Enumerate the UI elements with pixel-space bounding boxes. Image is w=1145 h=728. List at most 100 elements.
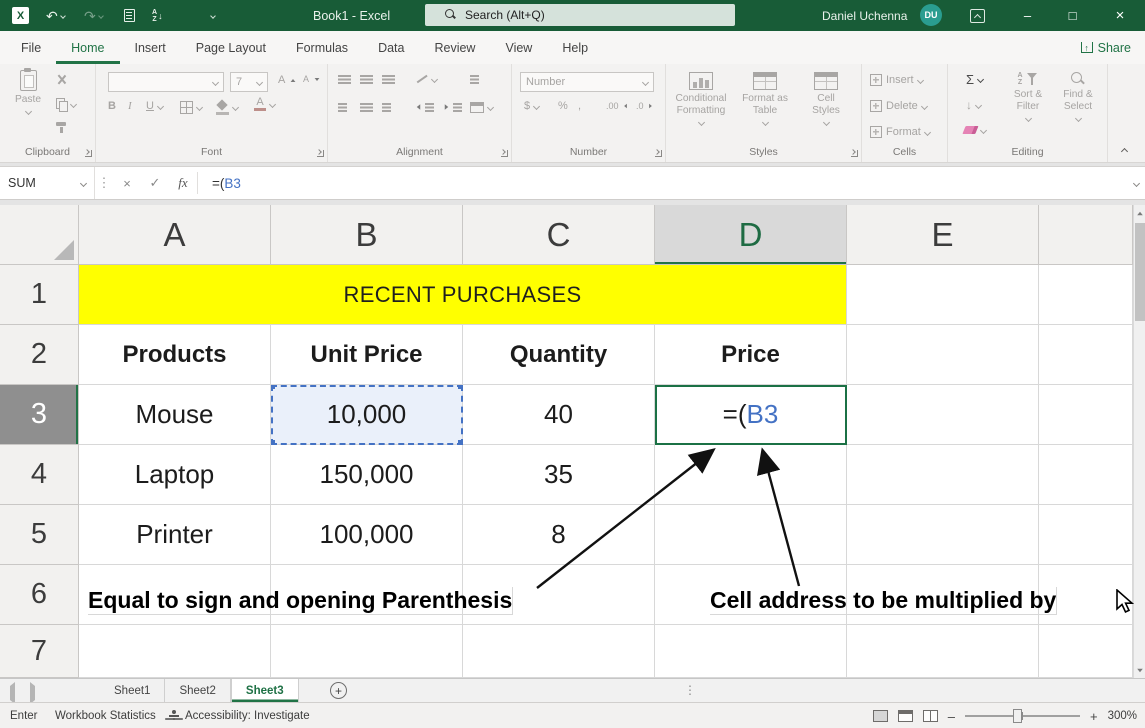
row-header-4[interactable]: 4 — [0, 445, 79, 505]
collapse-ribbon-button[interactable] — [1121, 148, 1128, 155]
cell-d4[interactable] — [655, 445, 847, 505]
comma-style-button[interactable]: , — [578, 100, 581, 112]
sheet-nav-right-button[interactable] — [30, 686, 35, 700]
cell-e1[interactable] — [847, 265, 1039, 325]
italic-button[interactable]: I — [128, 100, 132, 112]
percent-style-button[interactable]: % — [558, 100, 568, 112]
cell-styles-button[interactable]: Cell Styles — [800, 72, 852, 125]
cell-f3[interactable] — [1039, 385, 1133, 445]
clipboard-dialog-launcher[interactable] — [85, 150, 92, 157]
name-box[interactable]: SUM — [0, 167, 95, 199]
cell-e5[interactable] — [847, 505, 1039, 565]
format-as-table-button[interactable]: Format as Table — [736, 72, 794, 125]
cell-a3[interactable]: Mouse — [79, 385, 271, 445]
quick-print-button[interactable] — [124, 0, 135, 31]
copy-button[interactable] — [56, 98, 76, 110]
select-all-button[interactable] — [0, 205, 79, 265]
new-sheet-button[interactable]: + — [330, 682, 347, 699]
cell-f7[interactable] — [1039, 625, 1133, 678]
paste-button[interactable]: Paste — [8, 70, 48, 114]
insert-function-button[interactable]: fx — [169, 167, 197, 199]
cell-a5[interactable]: Printer — [79, 505, 271, 565]
orientation-button[interactable] — [416, 73, 437, 85]
scroll-up-button[interactable] — [1134, 205, 1145, 221]
underline-button[interactable]: U — [146, 100, 163, 112]
column-header-f-partial[interactable] — [1039, 205, 1133, 265]
row-header-6[interactable]: 6 — [0, 565, 79, 625]
ribbon-display-options-button[interactable] — [970, 0, 985, 31]
increase-font-size-button[interactable]: A — [278, 74, 297, 86]
cell-a7[interactable] — [79, 625, 271, 678]
vertical-scrollbar-thumb[interactable] — [1135, 223, 1145, 321]
font-size-select[interactable]: 7 — [230, 72, 268, 92]
search-input[interactable]: Search (Alt+Q) — [425, 4, 735, 26]
row-header-3[interactable]: 3 — [0, 385, 79, 445]
tab-splitter-handle[interactable]: ⋮ — [684, 683, 696, 697]
font-dialog-launcher[interactable] — [317, 150, 324, 157]
cell-d7[interactable] — [655, 625, 847, 678]
zoom-out-button[interactable]: – — [948, 709, 955, 724]
tab-view[interactable]: View — [490, 31, 547, 64]
sort-ascending-button[interactable]: AZ ↓ — [152, 0, 163, 31]
align-right-button[interactable] — [382, 102, 395, 112]
conditional-formatting-button[interactable]: Conditional Formatting — [670, 72, 732, 125]
middle-align-button[interactable] — [360, 74, 373, 84]
decrease-font-size-button[interactable]: A — [303, 74, 321, 84]
wrap-text-button[interactable] — [470, 74, 483, 84]
row-header-7[interactable]: 7 — [0, 625, 79, 678]
delete-cells-button[interactable]: Delete — [870, 100, 927, 112]
row-header-5[interactable]: 5 — [0, 505, 79, 565]
sheet-tab-sheet1[interactable]: Sheet1 — [100, 679, 165, 702]
formula-bar-grip[interactable]: ⋮ — [95, 167, 113, 199]
undo-button[interactable]: ↶ — [46, 0, 65, 31]
fill-button[interactable]: ↓ — [966, 98, 981, 112]
merge-center-button[interactable] — [470, 102, 493, 113]
decrease-decimal-button[interactable]: .0 — [636, 101, 653, 111]
cell-c5[interactable]: 8 — [463, 505, 655, 565]
column-header-a[interactable]: A — [79, 205, 271, 265]
bold-button[interactable]: B — [108, 100, 116, 112]
font-name-select[interactable] — [108, 72, 224, 92]
cell-f1[interactable] — [1039, 265, 1133, 325]
excel-logo-icon[interactable]: X — [12, 0, 29, 31]
normal-view-button[interactable] — [873, 710, 888, 722]
borders-button[interactable] — [180, 101, 202, 114]
zoom-level[interactable]: 300% — [1108, 710, 1137, 722]
cell-d3-editing[interactable]: =(B3 — [655, 385, 847, 445]
autosum-button[interactable]: Σ — [966, 72, 983, 87]
sheet-nav-left-button[interactable] — [10, 686, 15, 700]
sheet-tab-sheet2[interactable]: Sheet2 — [165, 679, 230, 702]
increase-decimal-button[interactable]: .00 — [606, 101, 628, 111]
cut-button[interactable] — [56, 74, 67, 85]
cell-c3[interactable]: 40 — [463, 385, 655, 445]
cell-e4[interactable] — [847, 445, 1039, 505]
accounting-format-button[interactable]: $ — [524, 100, 539, 112]
scroll-down-button[interactable] — [1134, 662, 1145, 678]
cancel-button[interactable]: × — [113, 167, 141, 199]
zoom-slider-thumb[interactable] — [1013, 709, 1022, 723]
alignment-dialog-launcher[interactable] — [501, 150, 508, 157]
cell-d2[interactable]: Price — [655, 325, 847, 385]
tab-insert[interactable]: Insert — [120, 31, 181, 64]
page-layout-view-button[interactable] — [898, 710, 913, 722]
top-align-button[interactable] — [338, 74, 351, 84]
column-header-c[interactable]: C — [463, 205, 655, 265]
enter-button[interactable]: ✓ — [141, 167, 169, 199]
cell-d5[interactable] — [655, 505, 847, 565]
cell-f4[interactable] — [1039, 445, 1133, 505]
cell-e2[interactable] — [847, 325, 1039, 385]
cell-f2[interactable] — [1039, 325, 1133, 385]
page-break-view-button[interactable] — [923, 710, 938, 722]
align-left-button[interactable] — [338, 102, 351, 112]
cell-c2[interactable]: Quantity — [463, 325, 655, 385]
column-header-b[interactable]: B — [271, 205, 463, 265]
tab-review[interactable]: Review — [419, 31, 490, 64]
font-color-button[interactable]: A — [254, 97, 275, 111]
cell-e7[interactable] — [847, 625, 1039, 678]
format-cells-button[interactable]: Format — [870, 126, 930, 138]
avatar[interactable]: DU — [920, 4, 942, 26]
decrease-indent-button[interactable] — [416, 102, 438, 112]
bottom-align-button[interactable] — [382, 74, 395, 84]
close-button[interactable]: × — [1095, 0, 1145, 31]
increase-indent-button[interactable] — [444, 102, 466, 112]
